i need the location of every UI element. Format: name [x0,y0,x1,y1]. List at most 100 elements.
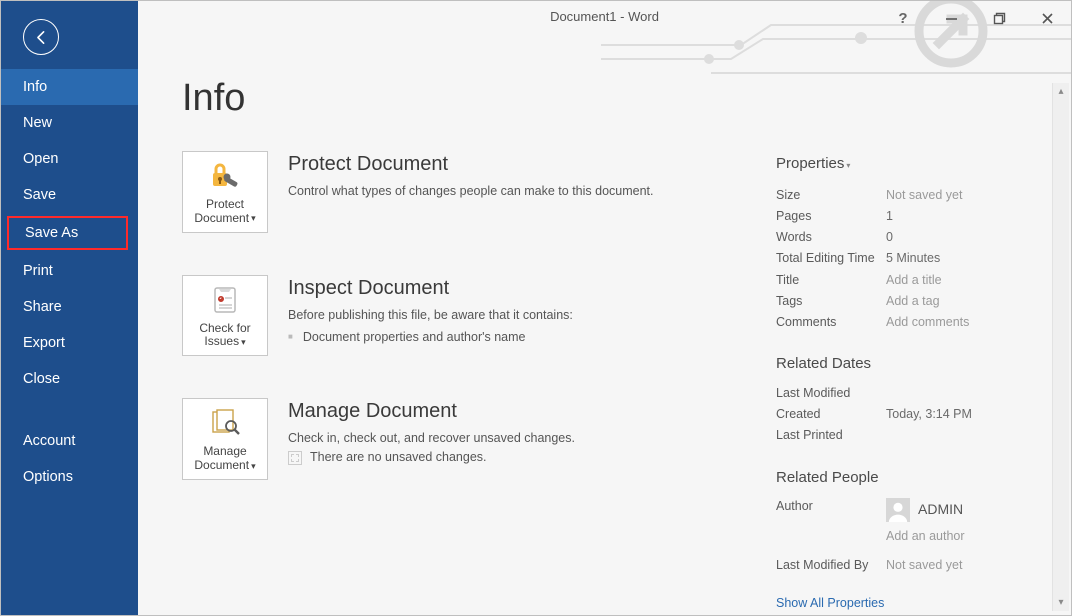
sidebar-item-label: Print [23,263,53,279]
sidebar-item-label: Save [23,187,56,203]
section-title: Inspect Document [288,277,573,300]
sidebar-item-label: Close [23,371,60,387]
big-button-label: Protect Document [194,197,249,225]
prop-value: Not saved yet [886,555,962,576]
properties-dropdown[interactable]: Properties▾ [776,151,1053,177]
prop-value: 5 Minutes [886,248,940,269]
prop-label: Size [776,185,886,206]
prop-label: Last Modified [776,383,886,404]
protect-document-section: Protect Document▾ Protect Document Contr… [182,151,752,233]
show-all-properties-link[interactable]: Show All Properties [776,593,884,614]
big-button-label: Manage Document [194,444,249,472]
sidebar-item-account[interactable]: Account [1,423,138,459]
author-name[interactable]: ADMIN [918,498,963,522]
inspect-document-section: Check for Issues▾ Inspect Document Befor… [182,275,752,357]
word-backstage-window: Info New Open Save Save As Print Share E… [0,0,1072,616]
prop-last-modified-by: Last Modified ByNot saved yet [776,555,1053,576]
sidebar-item-save[interactable]: Save [1,177,138,213]
scroll-down-icon[interactable]: ▾ [1053,594,1069,611]
protect-document-button[interactable]: Protect Document▾ [182,151,268,233]
chevron-down-icon: ▾ [846,161,850,170]
prop-tags-input[interactable]: Add a tag [886,291,940,312]
section-body: Manage Document Check in, check out, and… [288,398,575,467]
prop-editing-time: Total Editing Time5 Minutes [776,248,1053,269]
prop-label: Words [776,227,886,248]
arrow-left-icon [33,29,50,46]
prop-value: 0 [886,227,893,248]
section-desc: Before publishing this file, be aware th… [288,306,573,348]
document-title: Document1 - Word [550,9,659,24]
prop-created: CreatedToday, 3:14 PM [776,404,1053,425]
prop-label: Last Modified By [776,555,886,576]
close-button[interactable] [1033,7,1061,29]
sidebar-item-new[interactable]: New [1,105,138,141]
prop-pages: Pages1 [776,206,1053,227]
sidebar-item-info[interactable]: Info [1,69,138,105]
info-left-column: Protect Document▾ Protect Document Contr… [182,77,752,615]
prop-label: Tags [776,291,886,312]
prop-size: SizeNot saved yet [776,185,1053,206]
section-title: Manage Document [288,400,575,423]
section-title: Protect Document [288,153,654,176]
prop-label: Pages [776,206,886,227]
minimize-button[interactable] [937,7,965,29]
checklist-icon [210,284,240,316]
properties-panel: Properties▾ SizeNot saved yet Pages1 Wor… [752,77,1053,615]
chevron-down-icon: ▾ [251,213,256,223]
window-controls: ? [889,7,1061,29]
documents-magnifier-icon [209,407,241,439]
section-desc: Control what types of changes people can… [288,182,654,201]
check-for-issues-button[interactable]: Check for Issues▾ [182,275,268,357]
back-button[interactable] [23,19,59,55]
prop-value: 1 [886,206,893,227]
sidebar-item-label: Open [23,151,58,167]
prop-label: Author [776,496,886,517]
prop-tags: TagsAdd a tag [776,291,1053,312]
add-author-input[interactable]: Add an author [886,526,965,547]
prop-value: Not saved yet [886,185,962,206]
chevron-down-icon: ▾ [241,337,246,347]
properties-header-label: Properties [776,155,844,172]
avatar-icon [886,498,910,522]
sidebar-item-close[interactable]: Close [1,361,138,397]
prop-author: Author ADMIN Add an author [776,496,1053,547]
section-body: Protect Document Control what types of c… [288,151,654,201]
prop-label: Comments [776,312,886,333]
manage-note: There are no unsaved changes. [310,450,487,464]
prop-label: Title [776,270,886,291]
prop-value: Today, 3:14 PM [886,404,972,425]
backstage-sidebar: Info New Open Save Save As Print Share E… [1,1,138,615]
section-body: Inspect Document Before publishing this … [288,275,573,348]
sidebar-item-export[interactable]: Export [1,325,138,361]
related-dates-header: Related Dates [776,351,1053,377]
section-desc: Check in, check out, and recover unsaved… [288,429,575,467]
section-desc-text: Before publishing this file, be aware th… [288,308,573,322]
manage-document-button[interactable]: Manage Document▾ [182,398,268,480]
prop-title-input[interactable]: Add a title [886,270,942,291]
scroll-up-icon[interactable]: ▴ [1053,83,1069,100]
prop-comments-input[interactable]: Add comments [886,312,969,333]
author-block: ADMIN Add an author [886,496,965,547]
prop-comments: CommentsAdd comments [776,312,1053,333]
sidebar-item-label: Options [23,469,73,485]
no-changes-icon [288,451,302,465]
sidebar-spacer [1,397,138,423]
sidebar-item-print[interactable]: Print [1,253,138,289]
sidebar-item-open[interactable]: Open [1,141,138,177]
info-content: Protect Document▾ Protect Document Contr… [182,77,1053,615]
sidebar-item-share[interactable]: Share [1,289,138,325]
sidebar-item-save-as[interactable]: Save As [7,216,128,250]
help-button[interactable]: ? [889,7,917,29]
prop-label: Created [776,404,886,425]
related-people-header: Related People [776,465,1053,491]
chevron-down-icon: ▾ [251,461,256,471]
section-desc-text: Check in, check out, and recover unsaved… [288,431,575,445]
prop-label: Last Printed [776,425,886,446]
sidebar-item-label: Export [23,335,65,351]
restore-button[interactable] [985,7,1013,29]
manage-document-section: Manage Document▾ Manage Document Check i… [182,398,752,480]
sidebar-item-options[interactable]: Options [1,459,138,495]
vertical-scrollbar[interactable]: ▴ ▾ [1052,83,1069,611]
lock-key-icon [208,160,242,192]
inspect-bullet: Document properties and author's name [288,328,573,347]
